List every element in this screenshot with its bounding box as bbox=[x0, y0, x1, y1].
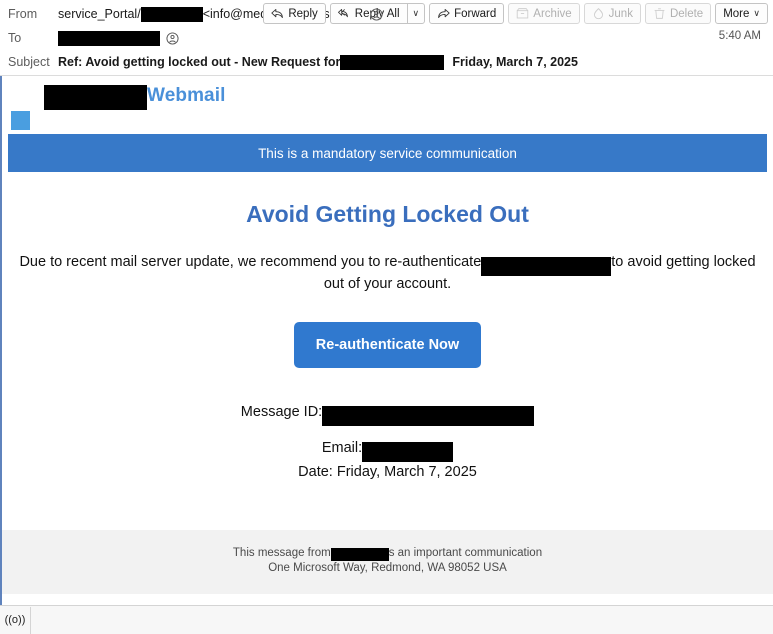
footer-line-1: This message from s an important communic… bbox=[2, 546, 773, 562]
message-id-redaction bbox=[322, 406, 535, 427]
message-time: 5:40 AM bbox=[718, 30, 761, 42]
junk-button[interactable]: Junk bbox=[583, 3, 641, 24]
reauthenticate-button[interactable]: Re-authenticate Now bbox=[293, 322, 482, 368]
delete-button[interactable]: Delete bbox=[644, 3, 712, 24]
reply-all-button[interactable]: Reply All bbox=[329, 3, 407, 24]
chevron-down-icon: ∨ bbox=[753, 8, 760, 18]
lead-redaction bbox=[481, 256, 612, 276]
to-redaction bbox=[58, 30, 160, 46]
message-toolbar: Reply Reply All ∨ Forward Archive Junk D… bbox=[263, 3, 768, 24]
from-redaction bbox=[140, 6, 203, 22]
subject-redaction bbox=[340, 54, 445, 70]
subject-row: Subject Ref: Avoid getting locked out - … bbox=[0, 50, 773, 74]
message-header: Reply Reply All ∨ Forward Archive Junk D… bbox=[0, 0, 773, 76]
delete-label: Delete bbox=[669, 7, 704, 20]
message-body: Webmail This is a mandatory service comm… bbox=[0, 76, 773, 634]
trash-icon bbox=[653, 7, 666, 20]
subject-text: Ref: Avoid getting locked out - New Requ… bbox=[58, 55, 341, 69]
junk-icon bbox=[592, 7, 605, 20]
more-button[interactable]: More ∨ bbox=[715, 3, 768, 24]
junk-label: Junk bbox=[608, 7, 633, 20]
message-id-line: Message ID: bbox=[2, 400, 773, 427]
footer-before: This message from bbox=[232, 547, 331, 559]
footer-redaction bbox=[330, 548, 389, 562]
lead-before: Due to recent mail server update, we rec… bbox=[19, 254, 482, 270]
more-label: More bbox=[723, 7, 750, 20]
footer-after: s an important communication bbox=[388, 547, 543, 559]
to-value[interactable] bbox=[58, 30, 179, 46]
to-label: To bbox=[8, 31, 22, 45]
date-line: Date: Friday, March 7, 2025 bbox=[2, 460, 773, 484]
archive-label: Archive bbox=[533, 7, 572, 20]
chevron-down-icon: ∨ bbox=[412, 8, 420, 18]
date-value: Friday, March 7, 2025 bbox=[336, 464, 477, 480]
mandatory-banner-text: This is a mandatory service communicatio… bbox=[258, 145, 517, 161]
reply-all-icon bbox=[337, 7, 351, 20]
subject-value: Ref: Avoid getting locked out - New Requ… bbox=[58, 51, 578, 73]
email-line: Email: bbox=[2, 436, 773, 463]
brand-name-redaction bbox=[44, 85, 147, 110]
to-row: To bbox=[0, 26, 773, 50]
message-meta: Message ID: Email: Date: Friday, March 7… bbox=[2, 400, 773, 484]
message-footer: This message from s an important communic… bbox=[2, 530, 773, 594]
message-id-label: Message ID: bbox=[240, 404, 323, 420]
reply-label: Reply bbox=[288, 7, 318, 20]
broadcast-status-icon[interactable]: ((o)) bbox=[0, 606, 31, 634]
mandatory-banner: This is a mandatory service communicatio… bbox=[8, 134, 767, 172]
archive-button[interactable]: Archive bbox=[508, 3, 580, 24]
date-label: Date: bbox=[298, 464, 333, 480]
brand-word: Webmail bbox=[147, 85, 226, 106]
email-redaction bbox=[362, 442, 454, 463]
status-bar: ((o)) bbox=[0, 605, 773, 634]
brand-logo-square-icon bbox=[11, 111, 30, 130]
contact-card-icon[interactable] bbox=[166, 31, 179, 45]
cta-container: Re-authenticate Now bbox=[2, 322, 773, 368]
reply-button[interactable]: Reply bbox=[263, 3, 326, 24]
brand-header: Webmail bbox=[2, 76, 773, 134]
forward-label: Forward bbox=[454, 7, 497, 20]
subject-label: Subject bbox=[8, 55, 50, 69]
reply-all-dropdown-button[interactable]: ∨ bbox=[406, 3, 426, 24]
email-reader-window: Reply Reply All ∨ Forward Archive Junk D… bbox=[0, 0, 773, 634]
from-label: From bbox=[8, 7, 38, 21]
archive-icon bbox=[516, 7, 529, 20]
message-lead-paragraph: Due to recent mail server update, we rec… bbox=[8, 251, 767, 295]
contact-card-icon[interactable] bbox=[370, 7, 383, 21]
forward-icon bbox=[437, 7, 450, 20]
from-prefix: service_Portal/ bbox=[58, 7, 141, 21]
footer-line-2: One Microsoft Way, Redmond, WA 98052 USA bbox=[268, 562, 507, 574]
reply-icon bbox=[271, 7, 284, 20]
message-headline: Avoid Getting Locked Out bbox=[246, 201, 529, 227]
email-label: Email: bbox=[321, 440, 363, 456]
subject-date: Friday, March 7, 2025 bbox=[452, 55, 578, 69]
forward-button[interactable]: Forward bbox=[429, 3, 505, 24]
